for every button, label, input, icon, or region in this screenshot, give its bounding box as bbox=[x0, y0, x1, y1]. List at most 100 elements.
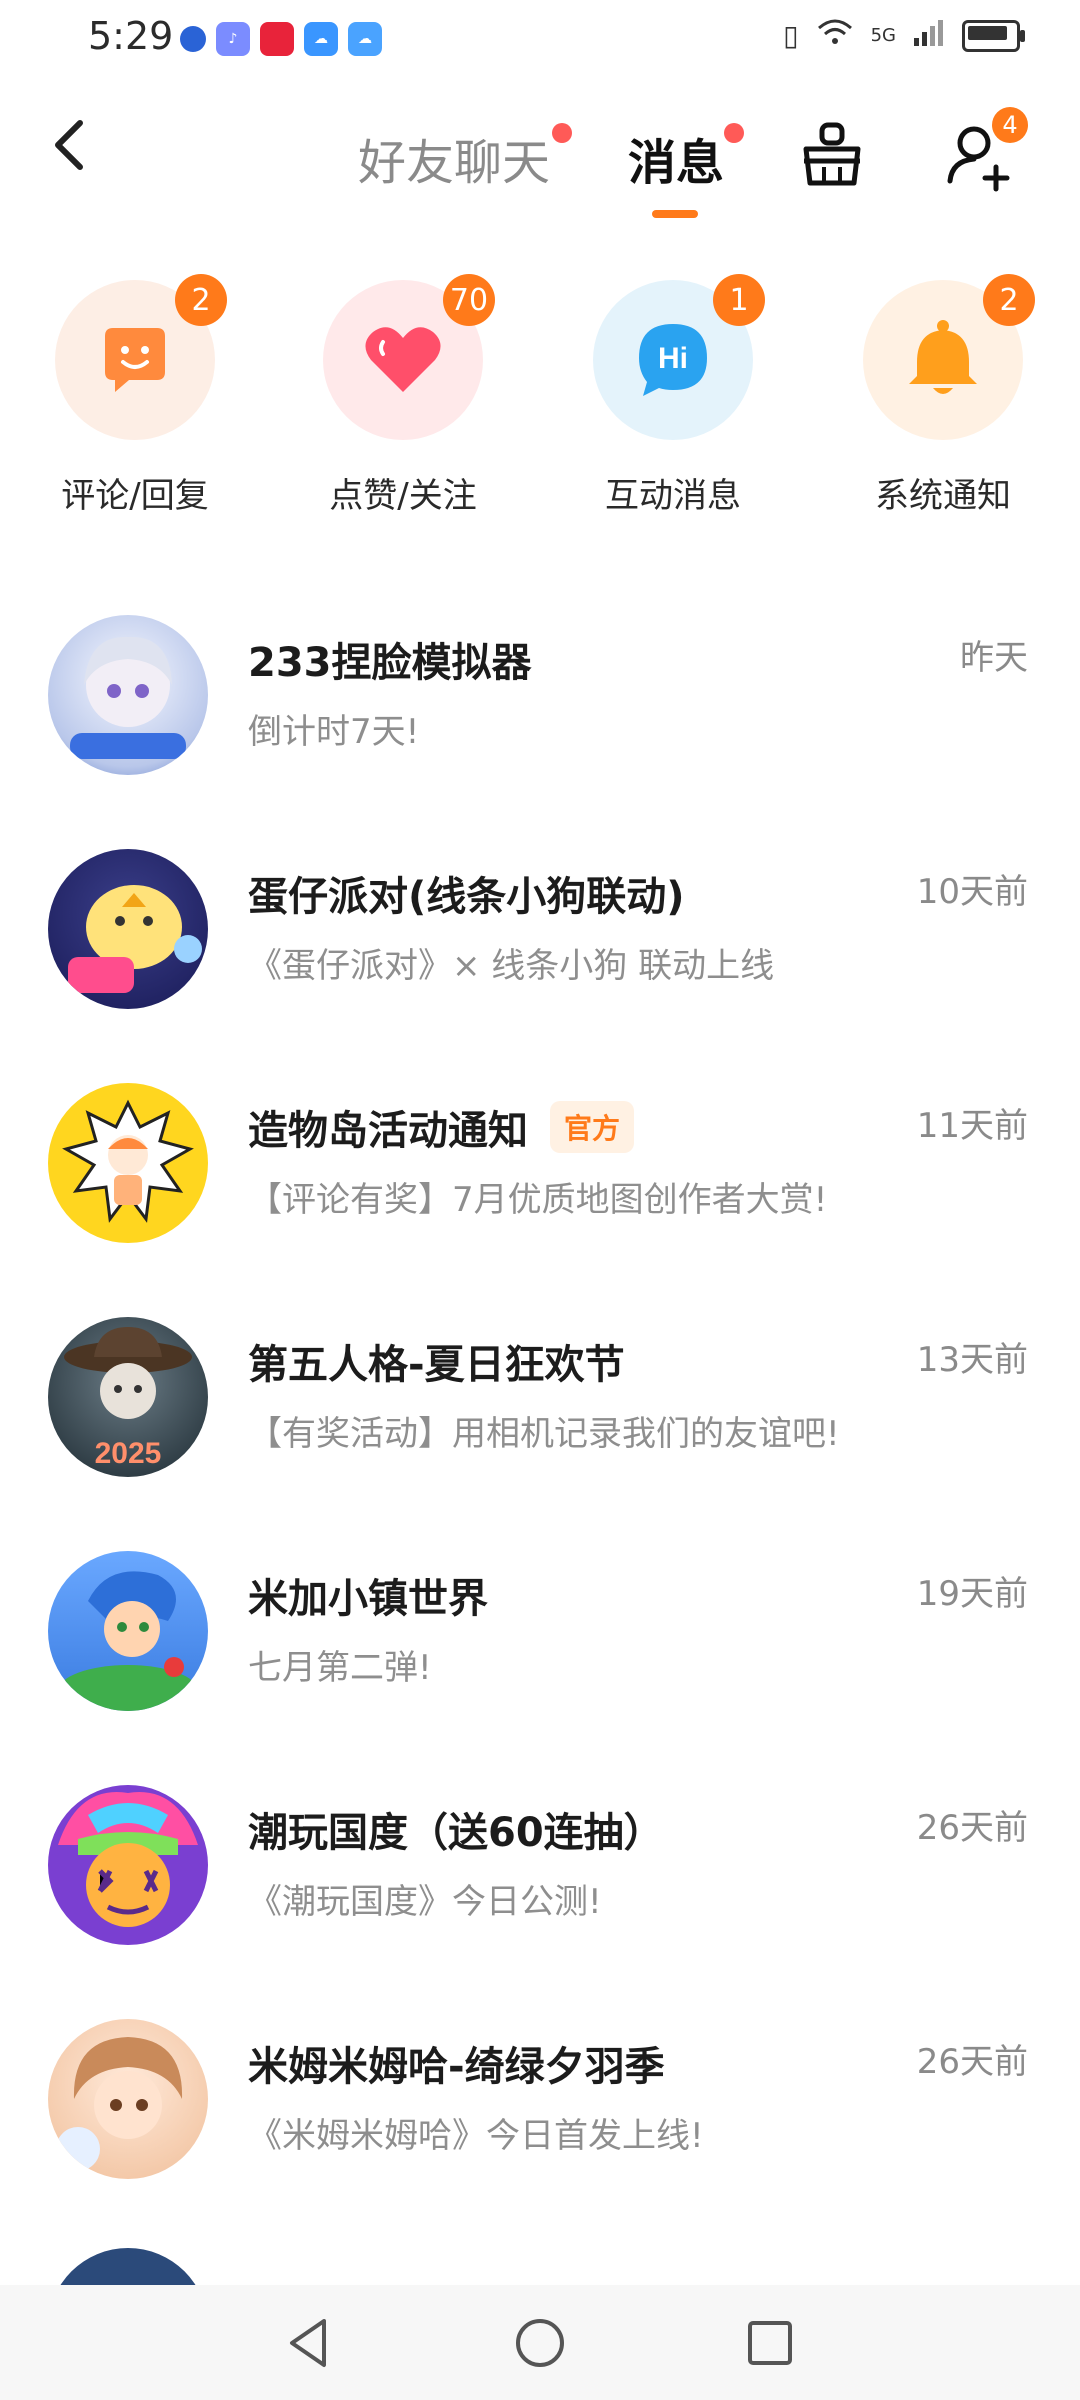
message-time: 昨天 bbox=[960, 638, 1028, 678]
top-header: 好友聊天 消息 4 bbox=[0, 95, 1080, 235]
bell-icon bbox=[909, 320, 977, 394]
message-preview: 七月第二弹! bbox=[248, 1648, 432, 1688]
category-interactions[interactable]: Hi 1 互动消息 bbox=[563, 274, 783, 517]
avatar-illustration bbox=[62, 1099, 194, 1223]
tab-messages[interactable]: 消息 bbox=[628, 123, 724, 193]
message-title: 第五人格-夏日狂欢节 bbox=[248, 1342, 625, 1388]
avatar bbox=[48, 1785, 208, 1945]
tab-messages-dot bbox=[724, 123, 744, 143]
broom-icon bbox=[803, 122, 861, 186]
list-item[interactable]: 米加小镇世界 七月第二弹! 19天前 bbox=[0, 1536, 1080, 1770]
message-title-row: 蛋仔派对(线条小狗联动) bbox=[248, 864, 685, 922]
back-button[interactable] bbox=[50, 115, 90, 190]
message-time: 26天前 bbox=[916, 2042, 1028, 2082]
official-badge: 官方 bbox=[550, 1101, 635, 1153]
message-time: 26天前 bbox=[916, 1808, 1028, 1848]
avatar-illustration bbox=[58, 1571, 198, 1711]
list-item[interactable]: 造物岛活动通知 官方 【评论有奖】7月优质地图创作者大赏! 11天前 bbox=[0, 1068, 1080, 1302]
message-time: 19天前 bbox=[916, 1574, 1028, 1614]
avatar bbox=[48, 1083, 208, 1243]
avatar-illustration bbox=[56, 2037, 183, 2171]
add-friend-button[interactable]: 4 bbox=[940, 107, 1028, 195]
hi-bubble-icon: Hi bbox=[639, 324, 707, 396]
message-title-row: 潮玩国度（送60连抽） bbox=[248, 1800, 664, 1858]
list-item[interactable]: 米姆米姆哈-绮绿夕羽季 《米姆米姆哈》今日首发上线! 26天前 bbox=[0, 2004, 1080, 2238]
category-interactions-badge: 1 bbox=[713, 274, 765, 326]
list-item[interactable]: 2025 第五人格-夏日狂欢节 【有奖活动】用相机记录我们的友谊吧! 13天前 bbox=[0, 1302, 1080, 1536]
chevron-left-icon bbox=[55, 120, 83, 170]
category-comments-badge: 2 bbox=[175, 274, 227, 326]
status-app-icons: ♪ ☁ ☁ bbox=[180, 22, 382, 56]
avatar-illustration bbox=[70, 636, 186, 759]
avatar bbox=[48, 1551, 208, 1711]
nav-recents-button[interactable] bbox=[740, 2313, 800, 2373]
weather-icon: ☁ bbox=[304, 22, 338, 56]
avatar bbox=[48, 615, 208, 775]
nav-back-button[interactable] bbox=[280, 2313, 340, 2373]
tab-messages-label: 消息 bbox=[628, 135, 725, 191]
battery-icon bbox=[962, 19, 1025, 52]
message-title: 潮玩国度（送60连抽） bbox=[248, 1810, 664, 1856]
avatar-decoration: 2025 bbox=[95, 1437, 162, 1470]
message-categories: 2 评论/回复 70 点赞/关注 Hi 1 互动消息 2 系统通知 bbox=[0, 274, 1080, 520]
avatar bbox=[48, 2248, 208, 2290]
category-comments-circle: 2 bbox=[55, 274, 227, 440]
message-title: 233捏脸模拟器 bbox=[248, 640, 532, 686]
message-time: 11天前 bbox=[916, 1106, 1028, 1146]
active-tab-indicator bbox=[652, 210, 698, 218]
list-item[interactable]: 潮玩国度（送60连抽） 《潮玩国度》今日公测! 26天前 bbox=[0, 1770, 1080, 2004]
message-preview: 【评论有奖】7月优质地图创作者大赏! bbox=[248, 1180, 828, 1220]
message-title-row: 米姆米姆哈-绮绿夕羽季 bbox=[248, 2034, 665, 2092]
message-preview: 《米姆米姆哈》今日首发上线! bbox=[248, 2116, 704, 2156]
partial-list-item[interactable] bbox=[0, 2230, 1080, 2290]
message-title-row: 第五人格-夏日狂欢节 bbox=[248, 1332, 625, 1390]
message-title: 米加小镇世界 bbox=[248, 1576, 488, 1622]
battery-level bbox=[968, 25, 1007, 40]
network-type: 5G bbox=[870, 25, 896, 46]
category-likes-badge: 70 bbox=[443, 274, 495, 326]
svg-text:Hi: Hi bbox=[658, 342, 688, 375]
system-nav-bar bbox=[0, 2285, 1080, 2400]
category-system-circle: 2 bbox=[863, 274, 1035, 440]
message-preview: 《蛋仔派对》× 线条小狗 联动上线 bbox=[248, 946, 775, 986]
message-time: 10天前 bbox=[916, 872, 1028, 912]
message-list: 233捏脸模拟器 倒计时7天! 昨天 蛋仔派对(线条小狗联动) 《蛋仔派对》× … bbox=[0, 600, 1080, 2238]
message-title: 蛋仔派对(线条小狗联动) bbox=[248, 874, 685, 920]
clear-unread-button[interactable] bbox=[792, 115, 872, 195]
circle-home-icon bbox=[516, 2319, 564, 2367]
music-app-icon: ♪ bbox=[216, 22, 250, 56]
heart-icon bbox=[365, 327, 441, 392]
avatar bbox=[48, 849, 208, 1009]
category-interactions-label: 互动消息 bbox=[605, 476, 741, 516]
cloud-icon: ☁ bbox=[348, 22, 382, 56]
category-system[interactable]: 2 系统通知 bbox=[833, 274, 1053, 517]
category-likes-label: 点赞/关注 bbox=[329, 476, 477, 516]
category-comments[interactable]: 2 评论/回复 bbox=[25, 274, 245, 517]
notification-dot-icon bbox=[180, 26, 206, 52]
nav-home-button[interactable] bbox=[510, 2313, 570, 2373]
category-interactions-circle: Hi 1 bbox=[593, 274, 765, 440]
message-title-row: 233捏脸模拟器 bbox=[248, 630, 532, 688]
category-system-label: 系统通知 bbox=[875, 476, 1011, 516]
tab-friend-chat[interactable]: 好友聊天 bbox=[358, 123, 550, 193]
message-title-row: 米加小镇世界 bbox=[248, 1566, 488, 1624]
message-preview: 《潮玩国度》今日公测! bbox=[248, 1882, 602, 1922]
xiaohongshu-icon bbox=[260, 22, 294, 56]
status-bar: 5:29 ♪ ☁ ☁ ▯ 5G bbox=[0, 0, 1080, 80]
vibrate-icon: ▯ bbox=[783, 19, 799, 52]
avatar: 2025 bbox=[48, 1317, 208, 1477]
wifi-icon bbox=[817, 18, 853, 53]
list-item[interactable]: 233捏脸模拟器 倒计时7天! 昨天 bbox=[0, 600, 1080, 834]
message-preview: 倒计时7天! bbox=[248, 712, 420, 752]
status-time: 5:29 bbox=[88, 14, 174, 58]
message-title: 造物岛活动通知 bbox=[248, 1108, 528, 1154]
avatar-illustration: 2025 bbox=[64, 1327, 192, 1470]
category-system-badge: 2 bbox=[983, 274, 1035, 326]
category-comments-label: 评论/回复 bbox=[61, 476, 209, 516]
category-likes[interactable]: 70 点赞/关注 bbox=[293, 274, 513, 517]
tab-friend-chat-dot bbox=[552, 123, 572, 143]
comment-face-icon bbox=[105, 328, 165, 392]
message-time: 13天前 bbox=[916, 1340, 1028, 1380]
list-item[interactable]: 蛋仔派对(线条小狗联动) 《蛋仔派对》× 线条小狗 联动上线 10天前 bbox=[0, 834, 1080, 1068]
message-preview: 【有奖活动】用相机记录我们的友谊吧! bbox=[248, 1414, 840, 1454]
